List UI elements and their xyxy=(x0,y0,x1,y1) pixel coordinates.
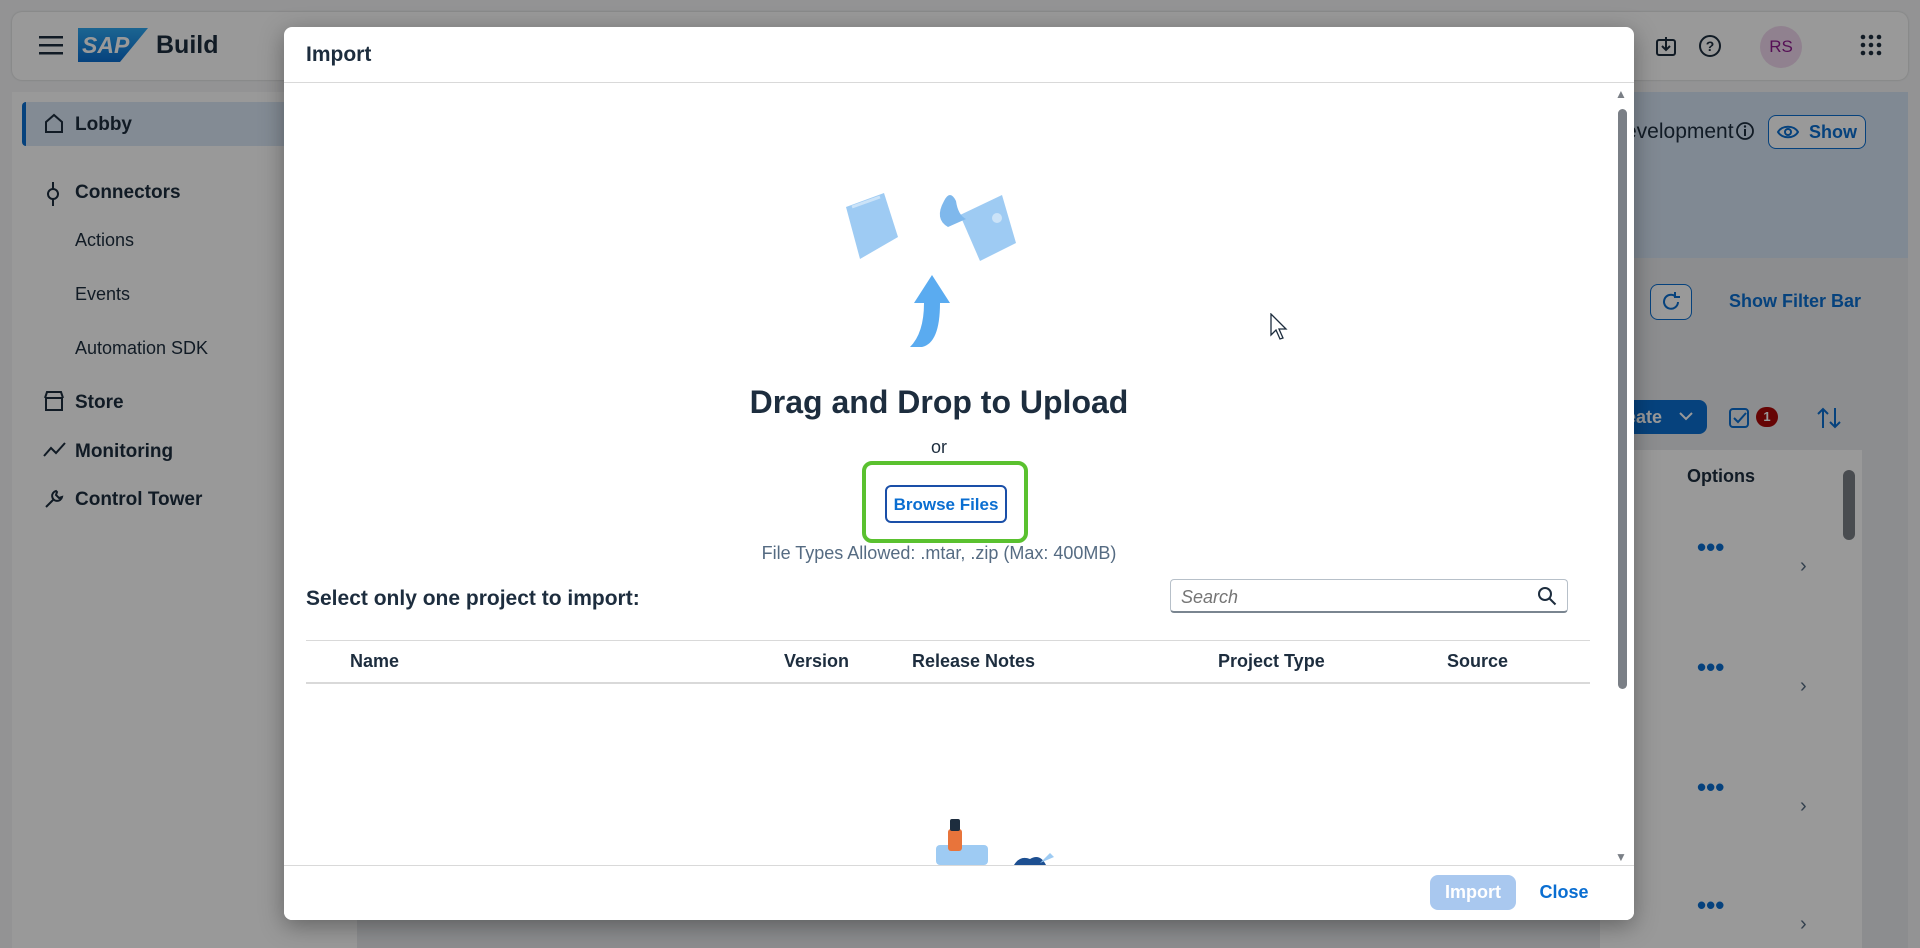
dialog-header: Import xyxy=(284,27,1634,83)
dialog-title: Import xyxy=(306,43,372,66)
file-types-text: File Types Allowed: .mtar, .zip (Max: 40… xyxy=(761,543,1117,563)
drop-title: Drag and Drop to Upload xyxy=(749,384,1129,420)
browse-files-button[interactable]: Browse Files xyxy=(885,485,1007,523)
upload-illustration xyxy=(846,193,1016,347)
empty-state-illustration xyxy=(936,819,1054,865)
search-field[interactable] xyxy=(1170,579,1568,613)
scroll-down-icon[interactable]: ▼ xyxy=(1615,850,1627,864)
search-input[interactable] xyxy=(1179,584,1523,610)
column-header-source[interactable]: Source xyxy=(1447,651,1508,672)
mouse-cursor-icon xyxy=(1270,313,1288,340)
scroll-up-icon[interactable]: ▲ xyxy=(1615,87,1627,101)
select-project-label: Select only one project to import: xyxy=(306,587,640,610)
or-text: or xyxy=(930,437,947,457)
dialog-footer: Import Close xyxy=(284,865,1634,920)
search-icon[interactable] xyxy=(1537,586,1557,611)
close-button[interactable]: Close xyxy=(1534,875,1594,910)
import-dialog: Import Drag and Drop to Upload or Browse… xyxy=(284,27,1634,920)
column-header-project-type[interactable]: Project Type xyxy=(1218,651,1325,672)
dialog-scrollbar-thumb[interactable] xyxy=(1618,109,1627,689)
column-header-release-notes[interactable]: Release Notes xyxy=(912,651,1035,672)
import-button[interactable]: Import xyxy=(1430,875,1516,910)
column-header-name[interactable]: Name xyxy=(350,651,399,672)
column-header-version[interactable]: Version xyxy=(784,651,849,672)
